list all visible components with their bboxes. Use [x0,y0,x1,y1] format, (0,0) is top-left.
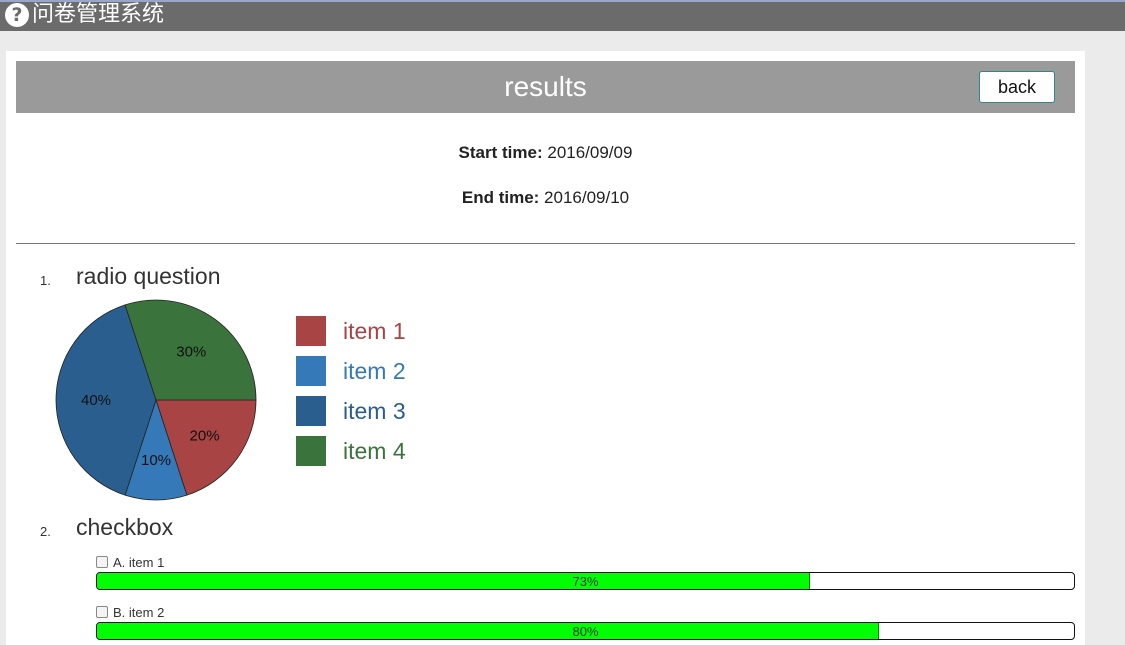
checkbox-result: B. item 2 80% [96,604,1075,640]
page-title: results [504,71,587,102]
question-circle-icon: ? [5,3,29,27]
divider [16,243,1075,244]
pie-chart: 20% 10% 40% 30% [55,299,257,501]
progress-text: 80% [572,624,599,639]
pie-slice-label: 40% [81,392,111,409]
progress-text: 73% [572,574,599,589]
back-button[interactable]: back [979,71,1055,103]
start-time-label: Start time: [458,143,543,162]
legend-swatch [296,436,326,466]
checkbox-label: A. item 1 [113,555,165,570]
results-panel: results back Start time: 2016/09/09 End … [6,51,1085,645]
legend-swatch [296,316,326,346]
pie-slice-label: 30% [176,343,206,360]
legend-swatch [296,356,326,386]
end-time: End time: 2016/09/10 [16,188,1075,208]
question-title: radio question [76,263,221,289]
question-title: checkbox [76,514,174,540]
legend-label: item 4 [343,438,406,464]
start-time: Start time: 2016/09/09 [16,143,1075,163]
pie-slice-label: 20% [190,427,220,444]
end-time-label: End time: [461,188,540,207]
progress-bar: 73% [96,572,1075,590]
checkbox-label: B. item 2 [113,605,165,620]
start-time-value: 2016/09/09 [547,143,633,162]
legend-label: item 1 [343,318,406,344]
legend-swatch [296,396,326,426]
legend-label: item 3 [343,398,406,424]
legend-label: item 2 [343,358,406,384]
end-time-value: 2016/09/10 [544,188,630,207]
pie-slice-label: 10% [141,452,171,469]
progress-bar: 80% [96,622,1075,640]
checkbox[interactable] [96,556,108,568]
question-number: 1. [40,273,51,288]
checkbox[interactable] [96,606,108,618]
page-header: results back [16,61,1075,113]
question-number: 2. [40,524,51,539]
checkbox-result: A. item 1 73% [96,554,1075,590]
app-topbar: ? 问卷管理系统 [0,0,1125,31]
app-title: 问卷管理系统 [32,2,165,27]
